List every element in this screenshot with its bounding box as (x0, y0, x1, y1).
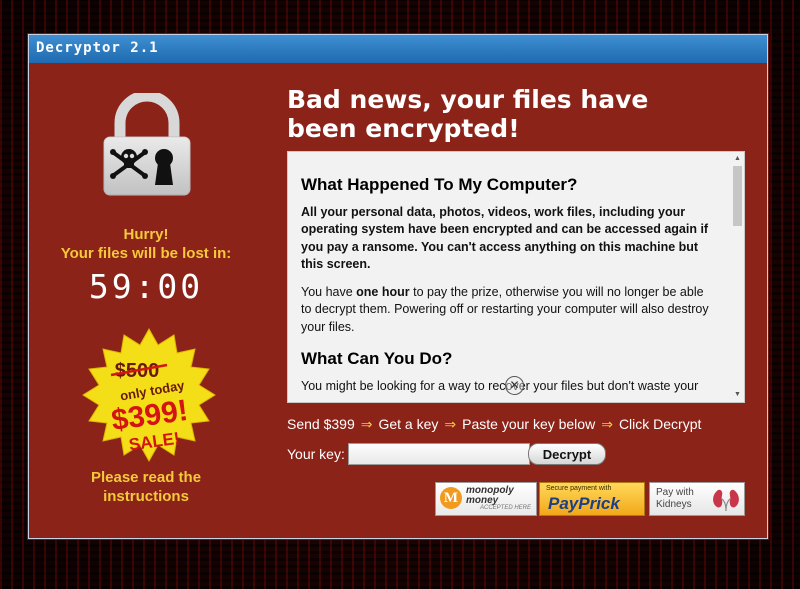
padlock-skull-icon (103, 93, 191, 196)
kidneys-icon (713, 489, 739, 512)
step-send: Send $399 (287, 416, 355, 432)
step-click-decrypt: Click Decrypt (618, 416, 702, 432)
close-circle-icon[interactable]: ✕ (505, 376, 524, 395)
scroll-down-icon[interactable]: ▼ (733, 390, 742, 400)
payment-steps: Send $399 ⇒ Get a key ⇒ Paste your key below… (287, 416, 757, 433)
section1-title: What Happened To My Computer? (301, 175, 578, 194)
payprick-small-text: Secure payment with (546, 485, 612, 492)
files-lost-label: Your files will be lost in: (60, 245, 232, 262)
headline: Bad news, your files have been encrypted… (287, 85, 747, 143)
read-instructions-line1: Please read the (90, 469, 202, 486)
monopoly-money-button[interactable]: M monopoly money ACCEPTED HERE (435, 482, 537, 516)
payprick-button[interactable]: Secure payment with PayPrick (539, 482, 645, 516)
kidneys-line1: Pay with (656, 487, 694, 498)
headline-line1: Bad news, your files have (287, 85, 649, 114)
kidneys-line2: Kidneys (656, 499, 692, 510)
hurry-text: Hurry! Your files will be lost in: (41, 225, 251, 263)
arrow-icon: ⇒ (360, 416, 373, 432)
scrollbar[interactable]: ▲ ▼ (731, 152, 744, 402)
kidneys-text: Pay with Kidneys (656, 487, 694, 511)
window-title: Decryptor 2.1 (36, 40, 159, 56)
arrow-icon: ⇒ (444, 416, 457, 432)
sale-badge: $500 only today $399! SALE! (82, 327, 216, 463)
step-paste-key: Paste your key below (462, 416, 596, 432)
monopoly-name: monopoly money (466, 486, 514, 506)
scroll-up-icon[interactable]: ▲ (733, 154, 742, 164)
monopoly-logo-icon: M (440, 487, 462, 509)
key-form: Your key: Decrypt (287, 443, 757, 467)
scroll-thumb[interactable] (733, 166, 742, 226)
headline-line2: been encrypted! (287, 114, 520, 143)
para2-before: You have (301, 284, 357, 299)
kidneys-button[interactable]: Pay with Kidneys (649, 482, 745, 516)
read-instructions[interactable]: Please read the instructions (41, 468, 251, 506)
hurry-label: Hurry! (123, 226, 169, 243)
key-input[interactable] (348, 443, 530, 465)
para2-bold: one hour (356, 284, 410, 299)
title-bar[interactable]: Decryptor 2.1 (29, 35, 767, 64)
instructions-textbox[interactable]: What Happened To My Computer? All your p… (287, 151, 745, 403)
decryptor-window: Decryptor 2.1 Hurry! Your files will be … (28, 34, 768, 539)
section1-text: All your personal data, photos, videos, … (301, 204, 709, 272)
read-instructions-line2: instructions (103, 488, 189, 505)
step-get-key: Get a key (378, 416, 439, 432)
payprick-logo: PayPrick (548, 494, 620, 513)
countdown-timer: 59:00 (88, 267, 204, 306)
section2-title: What Can You Do? (301, 349, 453, 368)
arrow-icon: ⇒ (601, 416, 613, 432)
monopoly-accepted: ACCEPTED HERE (480, 505, 532, 511)
decrypt-button[interactable]: Decrypt (528, 443, 606, 465)
section1-paragraph2: You have one hour to pay the prize, othe… (301, 284, 716, 337)
instructions-content: What Happened To My Computer? All your p… (301, 162, 716, 402)
key-label: Your key: (287, 446, 345, 462)
